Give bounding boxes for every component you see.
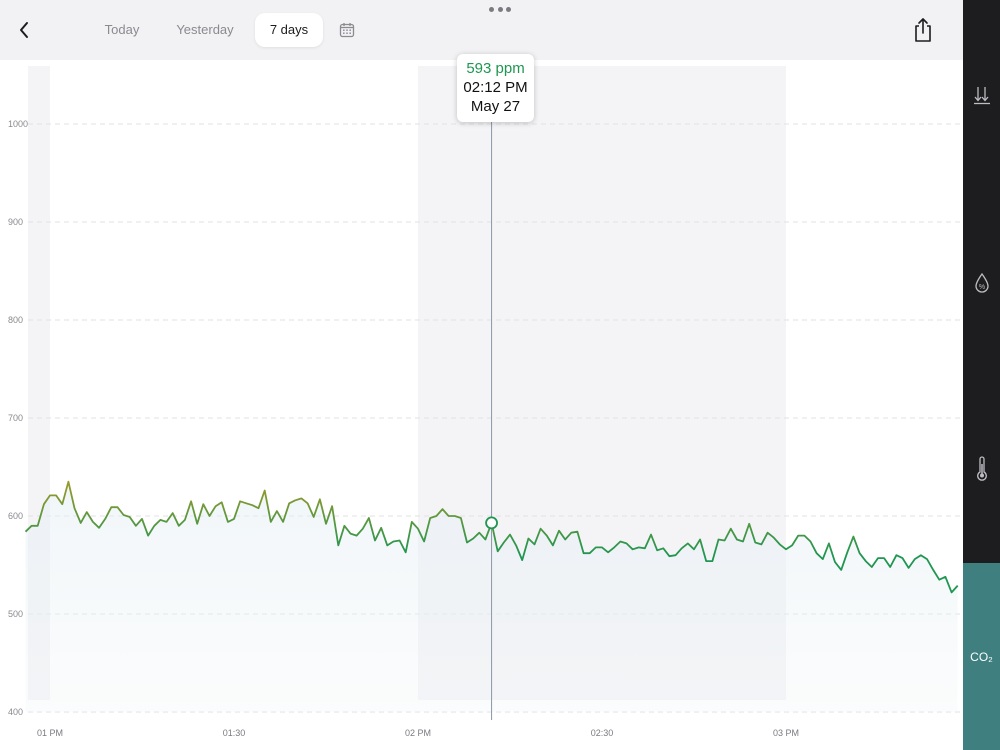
y-tick-label: 800 xyxy=(8,315,23,325)
tooltip-value: 593 ppm xyxy=(466,60,525,77)
y-tick-label: 600 xyxy=(8,511,23,521)
chevron-left-icon xyxy=(20,22,28,38)
y-tick-label: 700 xyxy=(8,413,23,423)
y-tick-label: 900 xyxy=(8,217,23,227)
app-window: Today Yesterday 7 days 400 500 600 700 800 90… xyxy=(0,0,1000,750)
humidity-drop-icon: % xyxy=(974,272,989,293)
share-icon xyxy=(915,18,931,42)
calendar-button[interactable] xyxy=(336,19,358,41)
top-toolbar: Today Yesterday 7 days xyxy=(0,0,963,60)
x-tick-label: 03 PM xyxy=(773,728,799,738)
x-tick-label: 02:30 xyxy=(591,728,614,738)
data-point-tooltip: 593 ppm 02:12 PM May 27 xyxy=(457,54,534,122)
sidebar-item-pressure[interactable] xyxy=(963,78,1000,112)
chart-svg: 400 500 600 700 800 900 1000 01 PM 01:30 02 PM 02:… xyxy=(8,60,963,738)
sidebar-item-temperature[interactable] xyxy=(963,452,1000,486)
share-button[interactable] xyxy=(908,14,938,46)
more-dots-icon[interactable] xyxy=(489,5,511,13)
tab-yesterday[interactable]: Yesterday xyxy=(166,13,244,47)
metric-sidebar: % CO₂ xyxy=(963,0,1000,750)
co2-icon: CO₂ xyxy=(970,649,993,664)
sidebar-item-co2[interactable]: CO₂ xyxy=(963,563,1000,750)
tab-today[interactable]: Today xyxy=(90,13,154,47)
tab-7-days[interactable]: 7 days xyxy=(255,13,323,47)
x-tick-label: 01:30 xyxy=(223,728,246,738)
tooltip-date: May 27 xyxy=(470,98,521,115)
calendar-icon xyxy=(339,23,355,38)
y-tick-label: 500 xyxy=(8,609,23,619)
selected-point-marker xyxy=(485,516,498,530)
pressure-arrows-icon xyxy=(973,87,990,105)
svg-text:%: % xyxy=(978,284,984,291)
y-tick-label: 400 xyxy=(8,707,23,717)
x-tick-label: 02 PM xyxy=(405,728,431,738)
x-tick-label: 01 PM xyxy=(37,728,63,738)
co2-chart[interactable]: 400 500 600 700 800 900 1000 01 PM 01:30 02 PM 02:… xyxy=(0,60,963,750)
tooltip-time: 02:12 PM xyxy=(463,79,528,96)
sidebar-item-humidity[interactable]: % xyxy=(963,266,1000,300)
y-tick-label: 1000 xyxy=(8,119,28,129)
thermometer-icon xyxy=(976,456,987,481)
back-button[interactable] xyxy=(12,18,36,42)
